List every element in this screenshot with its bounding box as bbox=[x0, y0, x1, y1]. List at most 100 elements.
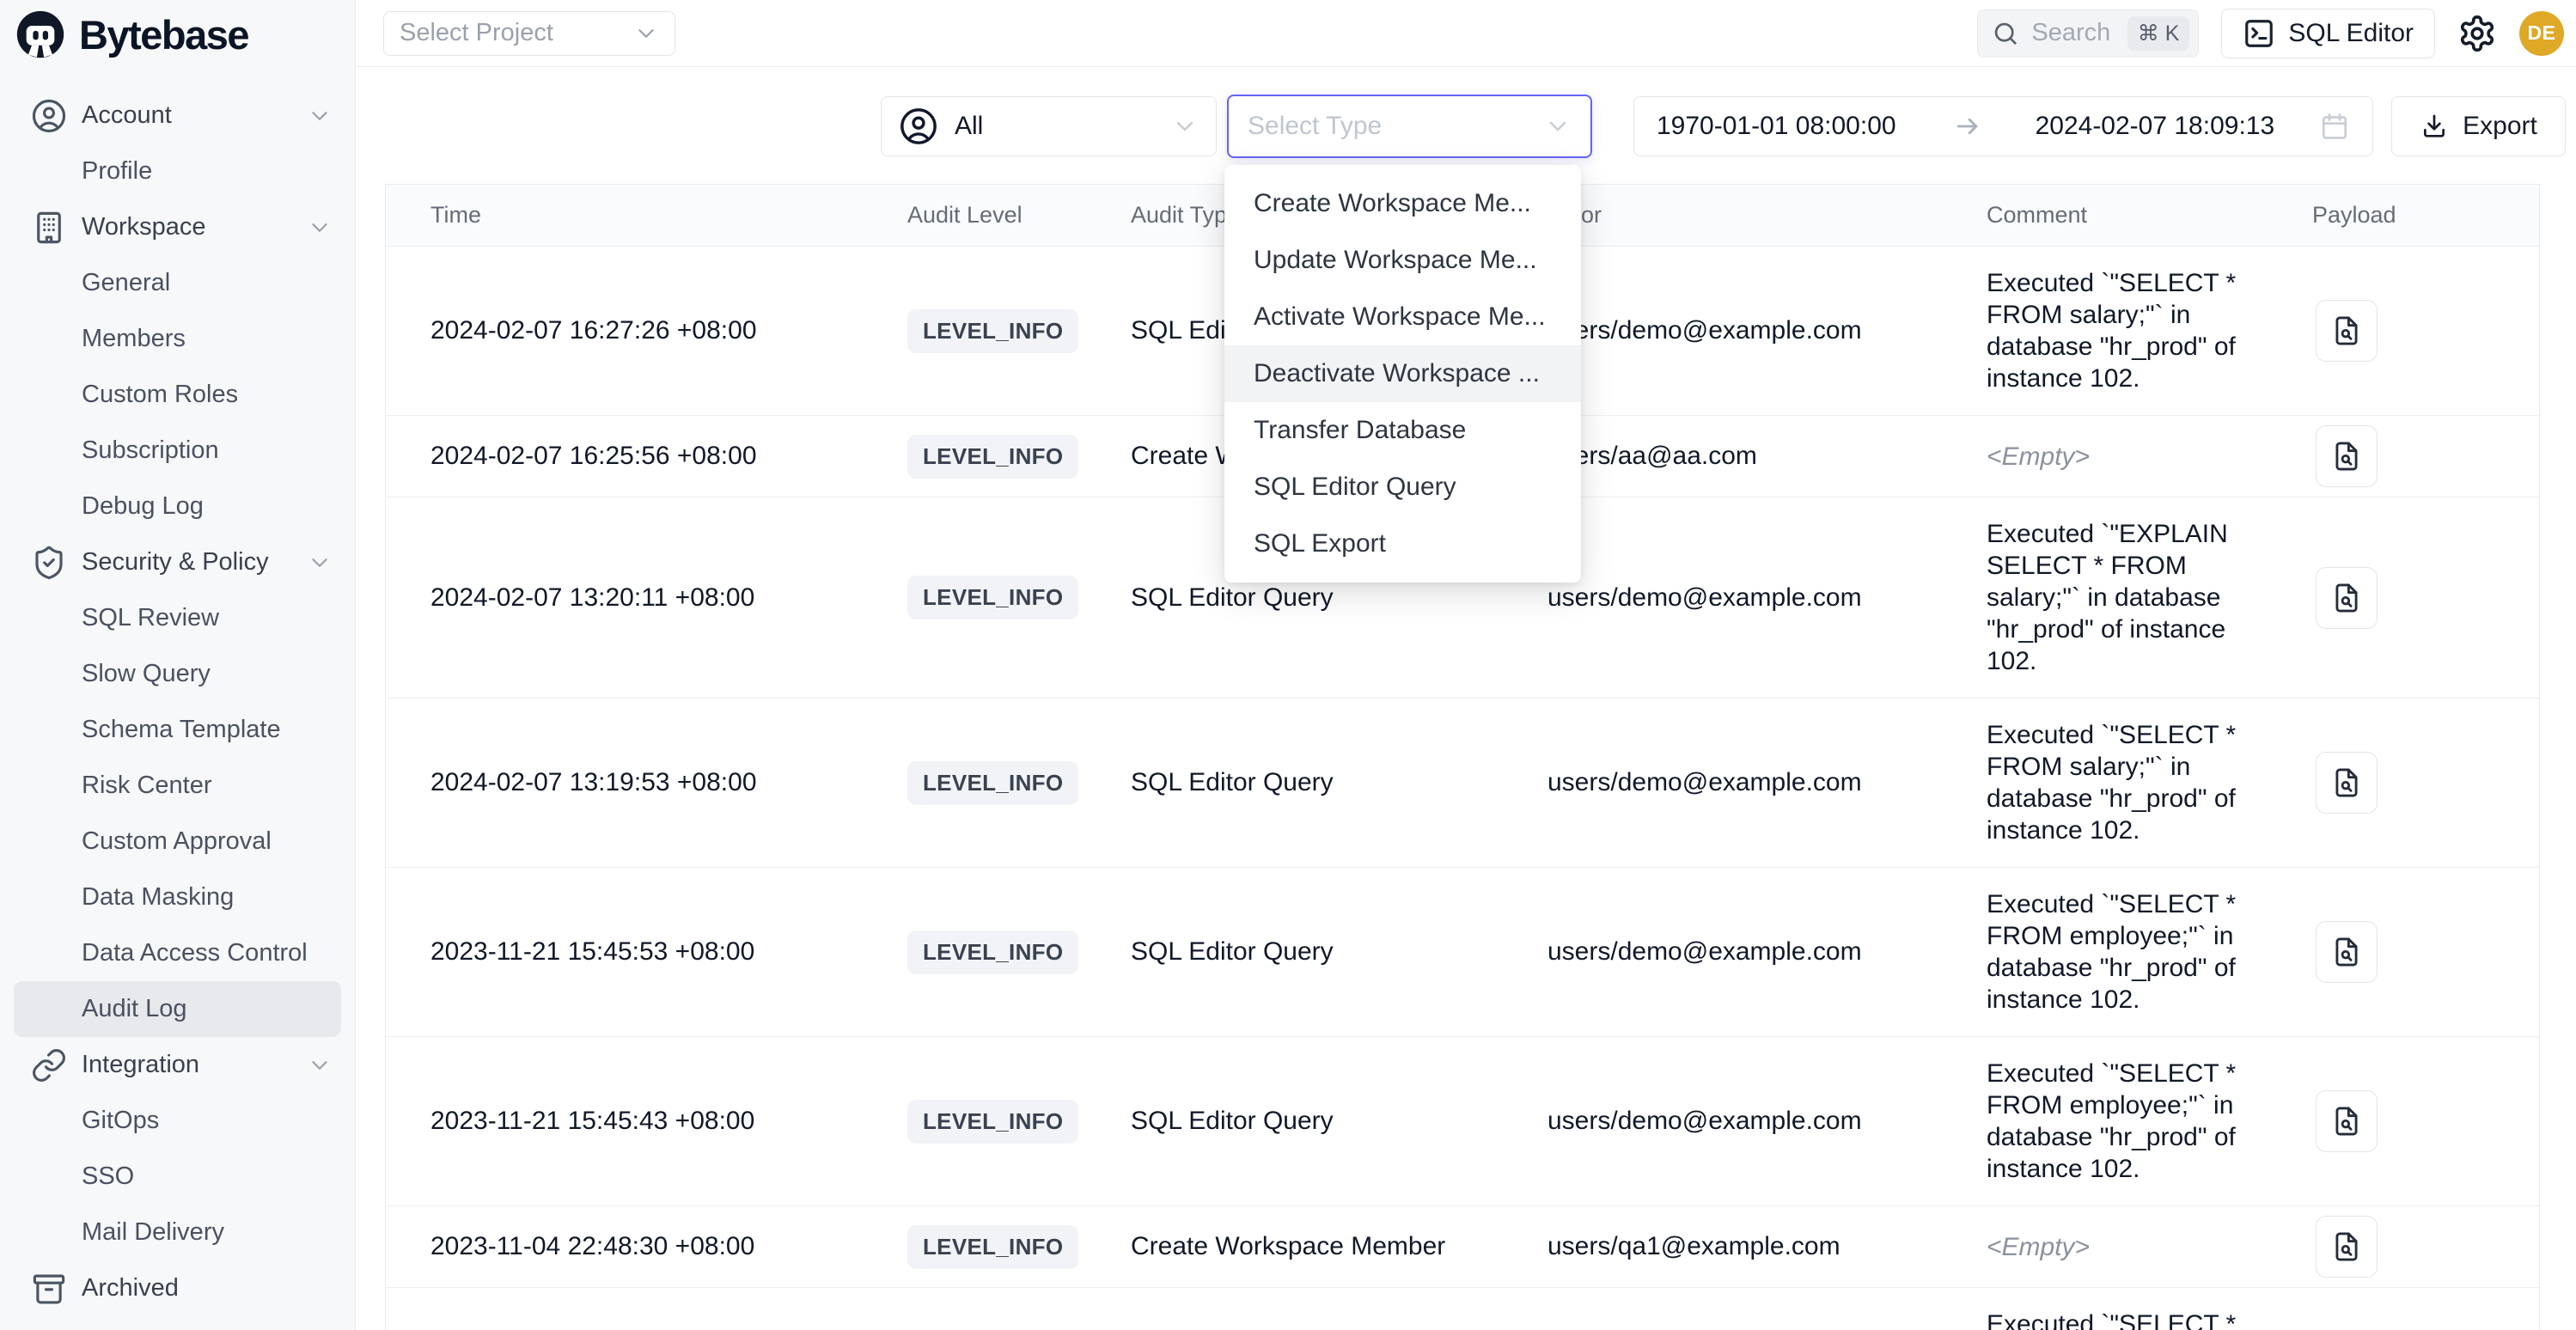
cell-comment: Executed `"SELECT * FROM salary;"` in da… bbox=[1987, 699, 2312, 867]
sidebar-item-archived[interactable]: Archived bbox=[0, 1260, 355, 1316]
file-search-icon bbox=[2330, 314, 2363, 347]
brand-logo[interactable]: Bytebase bbox=[0, 0, 355, 69]
sidebar-item-custom-roles[interactable]: Custom Roles bbox=[0, 367, 355, 423]
sidebar-item-security-policy[interactable]: Security & Policy bbox=[0, 534, 355, 590]
cell-comment: Executed `"SELECT * FROM employee;"` in … bbox=[1987, 1037, 2312, 1205]
sidebar-item-debug-log[interactable]: Debug Log bbox=[0, 479, 355, 534]
sidebar-item-workspace[interactable]: Workspace bbox=[0, 199, 355, 255]
comment-text: Executed `"SELECT * FROM salary;"` in da… bbox=[1987, 721, 2236, 845]
audit-level-badge: LEVEL_INFO bbox=[907, 435, 1078, 479]
actor-filter-select[interactable]: All bbox=[881, 96, 1217, 156]
search-input[interactable]: Search ⌘ K bbox=[1977, 9, 2199, 58]
cell-comment: Executed `"SELECT * FROM employee;"` in … bbox=[1987, 868, 2312, 1036]
sidebar-item-label: Custom Approval bbox=[82, 827, 272, 856]
sidebar-item-label: Schema Template bbox=[82, 716, 281, 744]
cell-audit-type: SQL Editor Query bbox=[1131, 583, 1547, 613]
menu-item-sql-editor-query[interactable]: SQL Editor Query bbox=[1224, 459, 1581, 516]
sidebar-item-general[interactable]: General bbox=[0, 255, 355, 311]
cell-actor: users/aa@aa.com bbox=[1547, 442, 1987, 471]
sidebar-item-data-masking[interactable]: Data Masking bbox=[0, 869, 355, 925]
cell-actor: users/demo@example.com bbox=[1547, 316, 1987, 345]
menu-item-deactivate-workspace[interactable]: Deactivate Workspace ... bbox=[1224, 345, 1581, 402]
comment-text: Executed `"SELECT * FROM department;"` i… bbox=[1987, 1310, 2252, 1330]
comment-text: Executed `"SELECT * FROM employee;"` in … bbox=[1987, 1059, 2236, 1183]
shield-check-icon bbox=[31, 545, 67, 581]
menu-item-transfer-database[interactable]: Transfer Database bbox=[1224, 402, 1581, 459]
cell-time: 2024-02-07 16:27:26 +08:00 bbox=[386, 316, 907, 345]
sidebar-item-account[interactable]: Account bbox=[0, 88, 355, 143]
type-filter-menu: Create Workspace Me...Update Workspace M… bbox=[1224, 165, 1581, 583]
column-header-comment: Comment bbox=[1987, 199, 2312, 231]
payload-view-button[interactable] bbox=[2316, 1090, 2378, 1152]
sidebar-item-sql-review[interactable]: SQL Review bbox=[0, 590, 355, 646]
payload-view-button[interactable] bbox=[2316, 752, 2378, 814]
search-shortcut-badge: ⌘ K bbox=[2127, 16, 2190, 51]
sidebar-item-audit-log[interactable]: Audit Log bbox=[14, 981, 341, 1037]
sidebar-item-subscription[interactable]: Subscription bbox=[0, 423, 355, 479]
export-button[interactable]: Export bbox=[2391, 96, 2566, 156]
cell-time: 2023-11-21 15:45:53 +08:00 bbox=[386, 937, 907, 967]
type-filter-select[interactable]: Select Type bbox=[1227, 95, 1592, 158]
project-select-label: Select Project bbox=[400, 19, 553, 47]
audit-level-badge: LEVEL_INFO bbox=[907, 761, 1078, 805]
chevron-down-icon bbox=[307, 215, 333, 241]
comment-text: Executed `"EXPLAIN SELECT * FROM salary;… bbox=[1987, 520, 2228, 675]
sidebar-item-risk-center[interactable]: Risk Center bbox=[0, 758, 355, 814]
cell-payload bbox=[2312, 921, 2539, 983]
sidebar: Bytebase Account ProfileWorkspaceGeneral M… bbox=[0, 0, 356, 1330]
chevron-down-icon bbox=[307, 1052, 333, 1078]
comment-empty-text: <Empty> bbox=[1987, 1233, 2090, 1261]
sidebar-item-sso[interactable]: SSO bbox=[0, 1149, 355, 1205]
date-range-picker[interactable]: 1970-01-01 08:00:00 2024-02-07 18:09:13 bbox=[1633, 96, 2373, 156]
sidebar-item-integration[interactable]: Integration bbox=[0, 1037, 355, 1093]
building-icon bbox=[31, 210, 67, 246]
sidebar-item-data-access-control[interactable]: Data Access Control bbox=[0, 925, 355, 981]
cell-audit-level: LEVEL_INFO bbox=[907, 1225, 1131, 1269]
menu-item-activate-workspace-me[interactable]: Activate Workspace Me... bbox=[1224, 289, 1581, 345]
sidebar-item-label: Members bbox=[82, 325, 186, 353]
menu-item-update-workspace-me[interactable]: Update Workspace Me... bbox=[1224, 232, 1581, 289]
settings-gear-icon[interactable] bbox=[2457, 14, 2497, 53]
app-root: Bytebase Account ProfileWorkspaceGeneral M… bbox=[0, 0, 2576, 1330]
chevron-down-icon bbox=[307, 550, 333, 576]
sidebar-item-label: Data Masking bbox=[82, 883, 234, 912]
file-search-icon bbox=[2330, 766, 2363, 799]
sidebar-item-label: Risk Center bbox=[82, 772, 212, 800]
sidebar-item-slow-query[interactable]: Slow Query bbox=[0, 646, 355, 702]
brand-name: Bytebase bbox=[79, 11, 248, 58]
payload-view-button[interactable] bbox=[2316, 425, 2378, 487]
sidebar-item-profile[interactable]: Profile bbox=[0, 143, 355, 199]
payload-view-button[interactable] bbox=[2316, 300, 2378, 362]
payload-view-button[interactable] bbox=[2316, 921, 2378, 983]
sidebar-item-gitops[interactable]: GitOps bbox=[0, 1093, 355, 1149]
chevron-down-icon bbox=[633, 21, 659, 46]
search-icon bbox=[1992, 20, 2019, 47]
payload-view-button[interactable] bbox=[2316, 1216, 2378, 1278]
sidebar-item-label: Account bbox=[82, 101, 172, 130]
sidebar-item-label: Security & Policy bbox=[82, 548, 269, 577]
sql-editor-button[interactable]: SQL Editor bbox=[2221, 9, 2435, 58]
sidebar-item-label: Subscription bbox=[82, 436, 219, 465]
sidebar-item-custom-approval[interactable]: Custom Approval bbox=[0, 814, 355, 869]
sidebar-nav: Account ProfileWorkspaceGeneral Members Cus… bbox=[0, 88, 355, 1316]
project-select[interactable]: Select Project bbox=[383, 11, 675, 56]
terminal-icon bbox=[2243, 17, 2275, 50]
sidebar-item-schema-template[interactable]: Schema Template bbox=[0, 702, 355, 758]
chevron-down-icon bbox=[307, 103, 333, 129]
table-row: 2024-02-07 13:19:53 +08:00LEVEL_INFOSQL … bbox=[386, 699, 2539, 868]
person-circle-icon bbox=[31, 98, 67, 134]
cell-audit-level: LEVEL_INFO bbox=[907, 309, 1131, 353]
sidebar-item-label: Slow Query bbox=[82, 660, 211, 688]
sidebar-item-members[interactable]: Members bbox=[0, 311, 355, 367]
file-search-icon bbox=[2330, 440, 2363, 473]
sidebar-item-mail-delivery[interactable]: Mail Delivery bbox=[0, 1205, 355, 1260]
menu-item-create-workspace-me[interactable]: Create Workspace Me... bbox=[1224, 175, 1581, 232]
sidebar-item-label: Data Access Control bbox=[82, 939, 308, 967]
audit-level-badge: LEVEL_INFO bbox=[907, 1100, 1078, 1144]
avatar[interactable]: DE bbox=[2519, 11, 2564, 56]
table-row: 2023-11-04 21:26:24 +08:00LEVEL_INFOSQL … bbox=[386, 1288, 2539, 1330]
cell-audit-level: LEVEL_INFO bbox=[907, 576, 1131, 619]
comment-empty-text: <Empty> bbox=[1987, 442, 2090, 471]
menu-item-sql-export[interactable]: SQL Export bbox=[1224, 516, 1581, 572]
payload-view-button[interactable] bbox=[2316, 567, 2378, 629]
